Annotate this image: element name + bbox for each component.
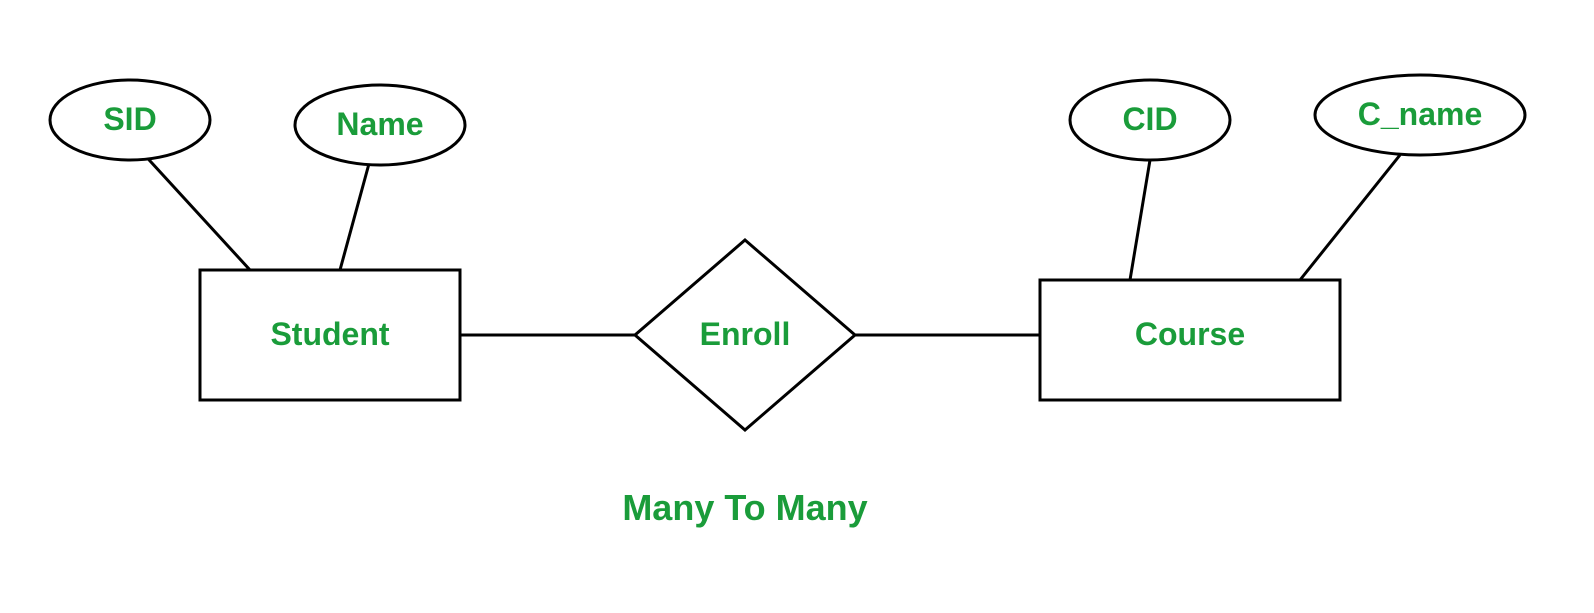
attribute-sid-label: SID [103,101,156,137]
connector-cname-course [1300,155,1400,280]
entity-student-label: Student [270,316,389,352]
attribute-name-label: Name [336,106,423,142]
relationship-enroll-label: Enroll [700,316,791,352]
attribute-cid-label: CID [1122,101,1177,137]
connector-name-student [340,160,370,270]
connector-cid-course [1130,160,1150,280]
attribute-cname-label: C_name [1358,96,1483,132]
diagram-caption: Many To Many [622,487,867,528]
entity-course-label: Course [1135,316,1245,352]
connector-sid-student [140,150,250,270]
